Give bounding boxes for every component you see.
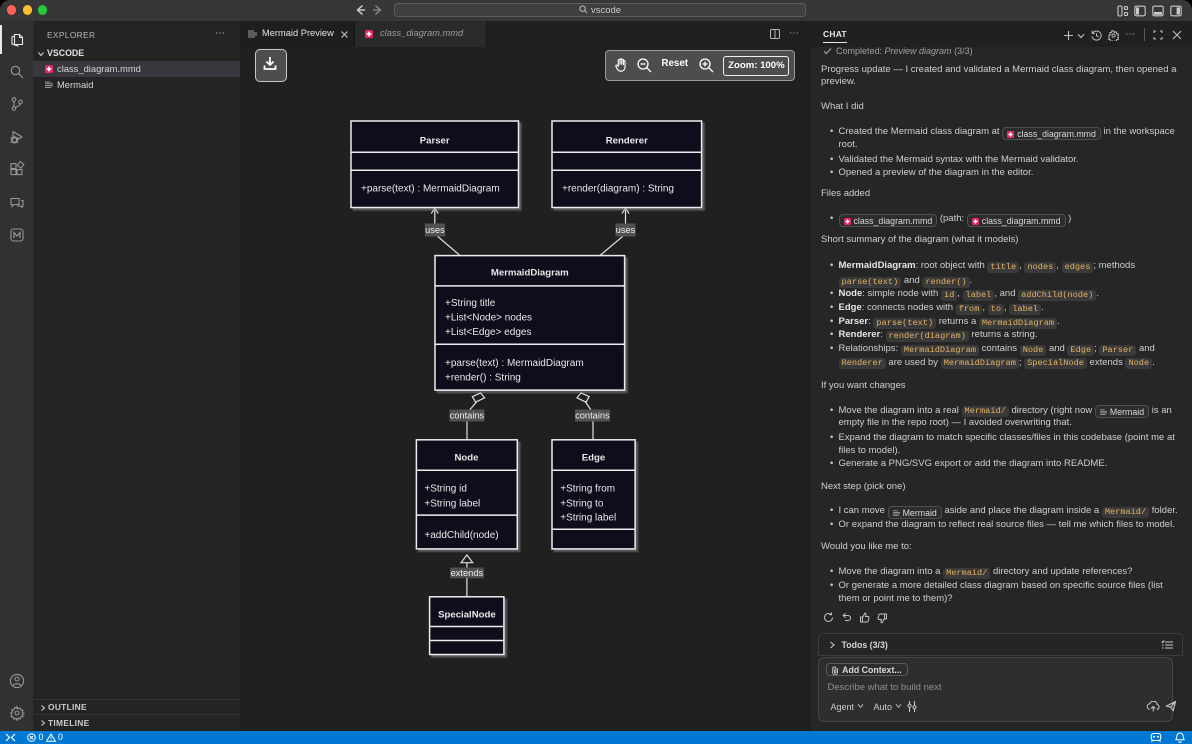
svg-text:+parse(text) : MermaidDiagram: +parse(text) : MermaidDiagram — [445, 358, 584, 369]
svg-text:+parse(text) : MermaidDiagram: +parse(text) : MermaidDiagram — [361, 183, 500, 194]
svg-text:+addChild(node): +addChild(node) — [424, 530, 498, 541]
svg-text:Node: Node — [455, 452, 479, 463]
svg-text:+String id: +String id — [424, 484, 467, 495]
svg-text:+render(diagram) : String: +render(diagram) : String — [562, 183, 674, 194]
svg-text:+String from: +String from — [560, 484, 615, 495]
svg-text:+List<Edge> edges: +List<Edge> edges — [445, 327, 531, 338]
svg-text:extends: extends — [451, 568, 484, 578]
svg-text:contains: contains — [450, 411, 485, 421]
svg-text:uses: uses — [425, 225, 445, 235]
svg-text:MermaidDiagram: MermaidDiagram — [491, 267, 569, 278]
svg-text:+String to: +String to — [560, 499, 604, 510]
svg-text:Renderer: Renderer — [606, 135, 648, 146]
svg-text:+render() : String: +render() : String — [445, 372, 521, 383]
svg-text:+List<Node> nodes: +List<Node> nodes — [445, 313, 532, 324]
svg-text:Parser: Parser — [420, 135, 450, 146]
svg-text:SpecialNode: SpecialNode — [438, 609, 496, 620]
svg-text:+String label: +String label — [560, 513, 616, 524]
svg-text:uses: uses — [616, 225, 636, 235]
svg-text:contains: contains — [575, 411, 610, 421]
svg-text:Edge: Edge — [582, 452, 605, 463]
svg-text:+String title: +String title — [445, 298, 496, 309]
svg-text:+String label: +String label — [424, 499, 480, 510]
